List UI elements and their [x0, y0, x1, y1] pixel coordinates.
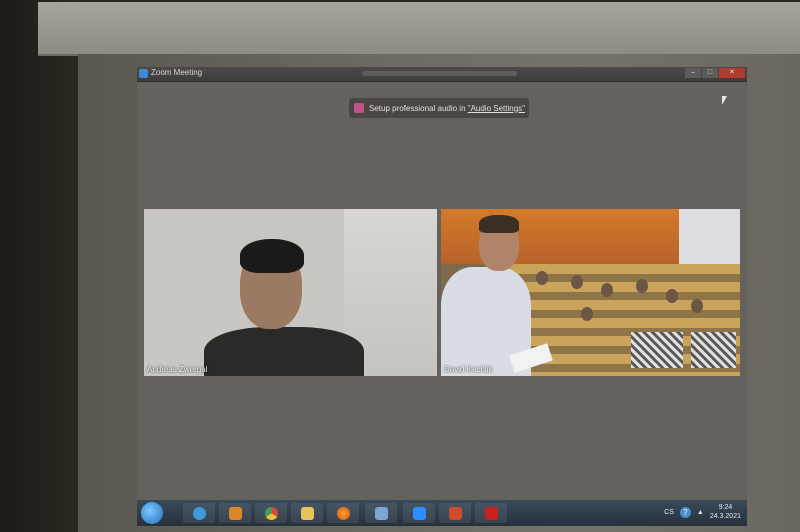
audience-member	[581, 307, 593, 321]
audience-member	[536, 271, 548, 285]
minimize-button[interactable]: –	[685, 68, 701, 78]
acrobat-icon[interactable]	[475, 503, 507, 523]
maximize-button[interactable]: □	[702, 68, 718, 78]
clock-date: 24.3.2021	[709, 513, 741, 520]
window-controls: – □ ✕	[685, 68, 745, 78]
media-player-icon[interactable]	[219, 503, 251, 523]
help-icon[interactable]: ?	[679, 506, 691, 518]
language-indicator[interactable]: CS	[664, 509, 674, 516]
audio-notice-text: Setup professional audio in "Audio Setti…	[369, 104, 525, 113]
audience-member	[571, 275, 583, 289]
system-tray: CS ? ▲ 9:24 24.3.2021	[664, 503, 741, 521]
presenter-hair	[479, 215, 519, 233]
mouse-cursor-icon	[722, 96, 727, 105]
chrome-icon[interactable]	[255, 503, 287, 523]
start-button-icon[interactable]	[141, 502, 163, 524]
patterned-seat	[691, 332, 736, 368]
room-wall	[0, 0, 78, 532]
video-tile-participant-1[interactable]: Andreas Zwergal	[144, 209, 437, 376]
audio-settings-link[interactable]: "Audio Settings"	[468, 104, 525, 113]
zoom-app-icon	[139, 69, 148, 78]
remote-desktop-icon[interactable]	[365, 503, 397, 523]
person-body	[204, 327, 364, 376]
audio-settings-notice[interactable]: Setup professional audio in "Audio Setti…	[349, 98, 529, 118]
firefox-icon[interactable]	[327, 503, 359, 523]
video-tile-participant-2[interactable]: David Kachlik	[441, 209, 740, 376]
windows-taskbar: CS ? ▲ 9:24 24.3.2021	[137, 500, 747, 526]
audience-member	[601, 283, 613, 297]
audience-member	[666, 289, 678, 303]
zoom-icon[interactable]	[403, 503, 435, 523]
internet-explorer-icon[interactable]	[183, 503, 215, 523]
person-hair	[240, 239, 304, 273]
close-button[interactable]: ✕	[719, 68, 745, 78]
participant-name-label: Andreas Zwergal	[147, 365, 208, 374]
participant-name-label: David Kachlik	[444, 365, 493, 374]
file-explorer-icon[interactable]	[291, 503, 323, 523]
window-titlebar[interactable]: Zoom Meeting – □ ✕	[137, 67, 747, 82]
audience-member	[636, 279, 648, 293]
audience-member	[691, 299, 703, 313]
audio-notice-icon	[354, 103, 364, 113]
projector-screen-housing	[38, 2, 800, 56]
window-title: Zoom Meeting	[151, 68, 203, 77]
powerpoint-icon[interactable]	[439, 503, 471, 523]
blurred-title-text	[362, 71, 517, 76]
tray-expand-icon[interactable]: ▲	[697, 509, 704, 516]
patterned-seat	[631, 332, 683, 368]
clock-time: 9:24	[718, 504, 733, 511]
notice-prefix: Setup professional audio in	[369, 103, 468, 113]
lecture-hall-window	[679, 209, 740, 269]
clock[interactable]: 9:24 24.3.2021	[710, 503, 741, 521]
